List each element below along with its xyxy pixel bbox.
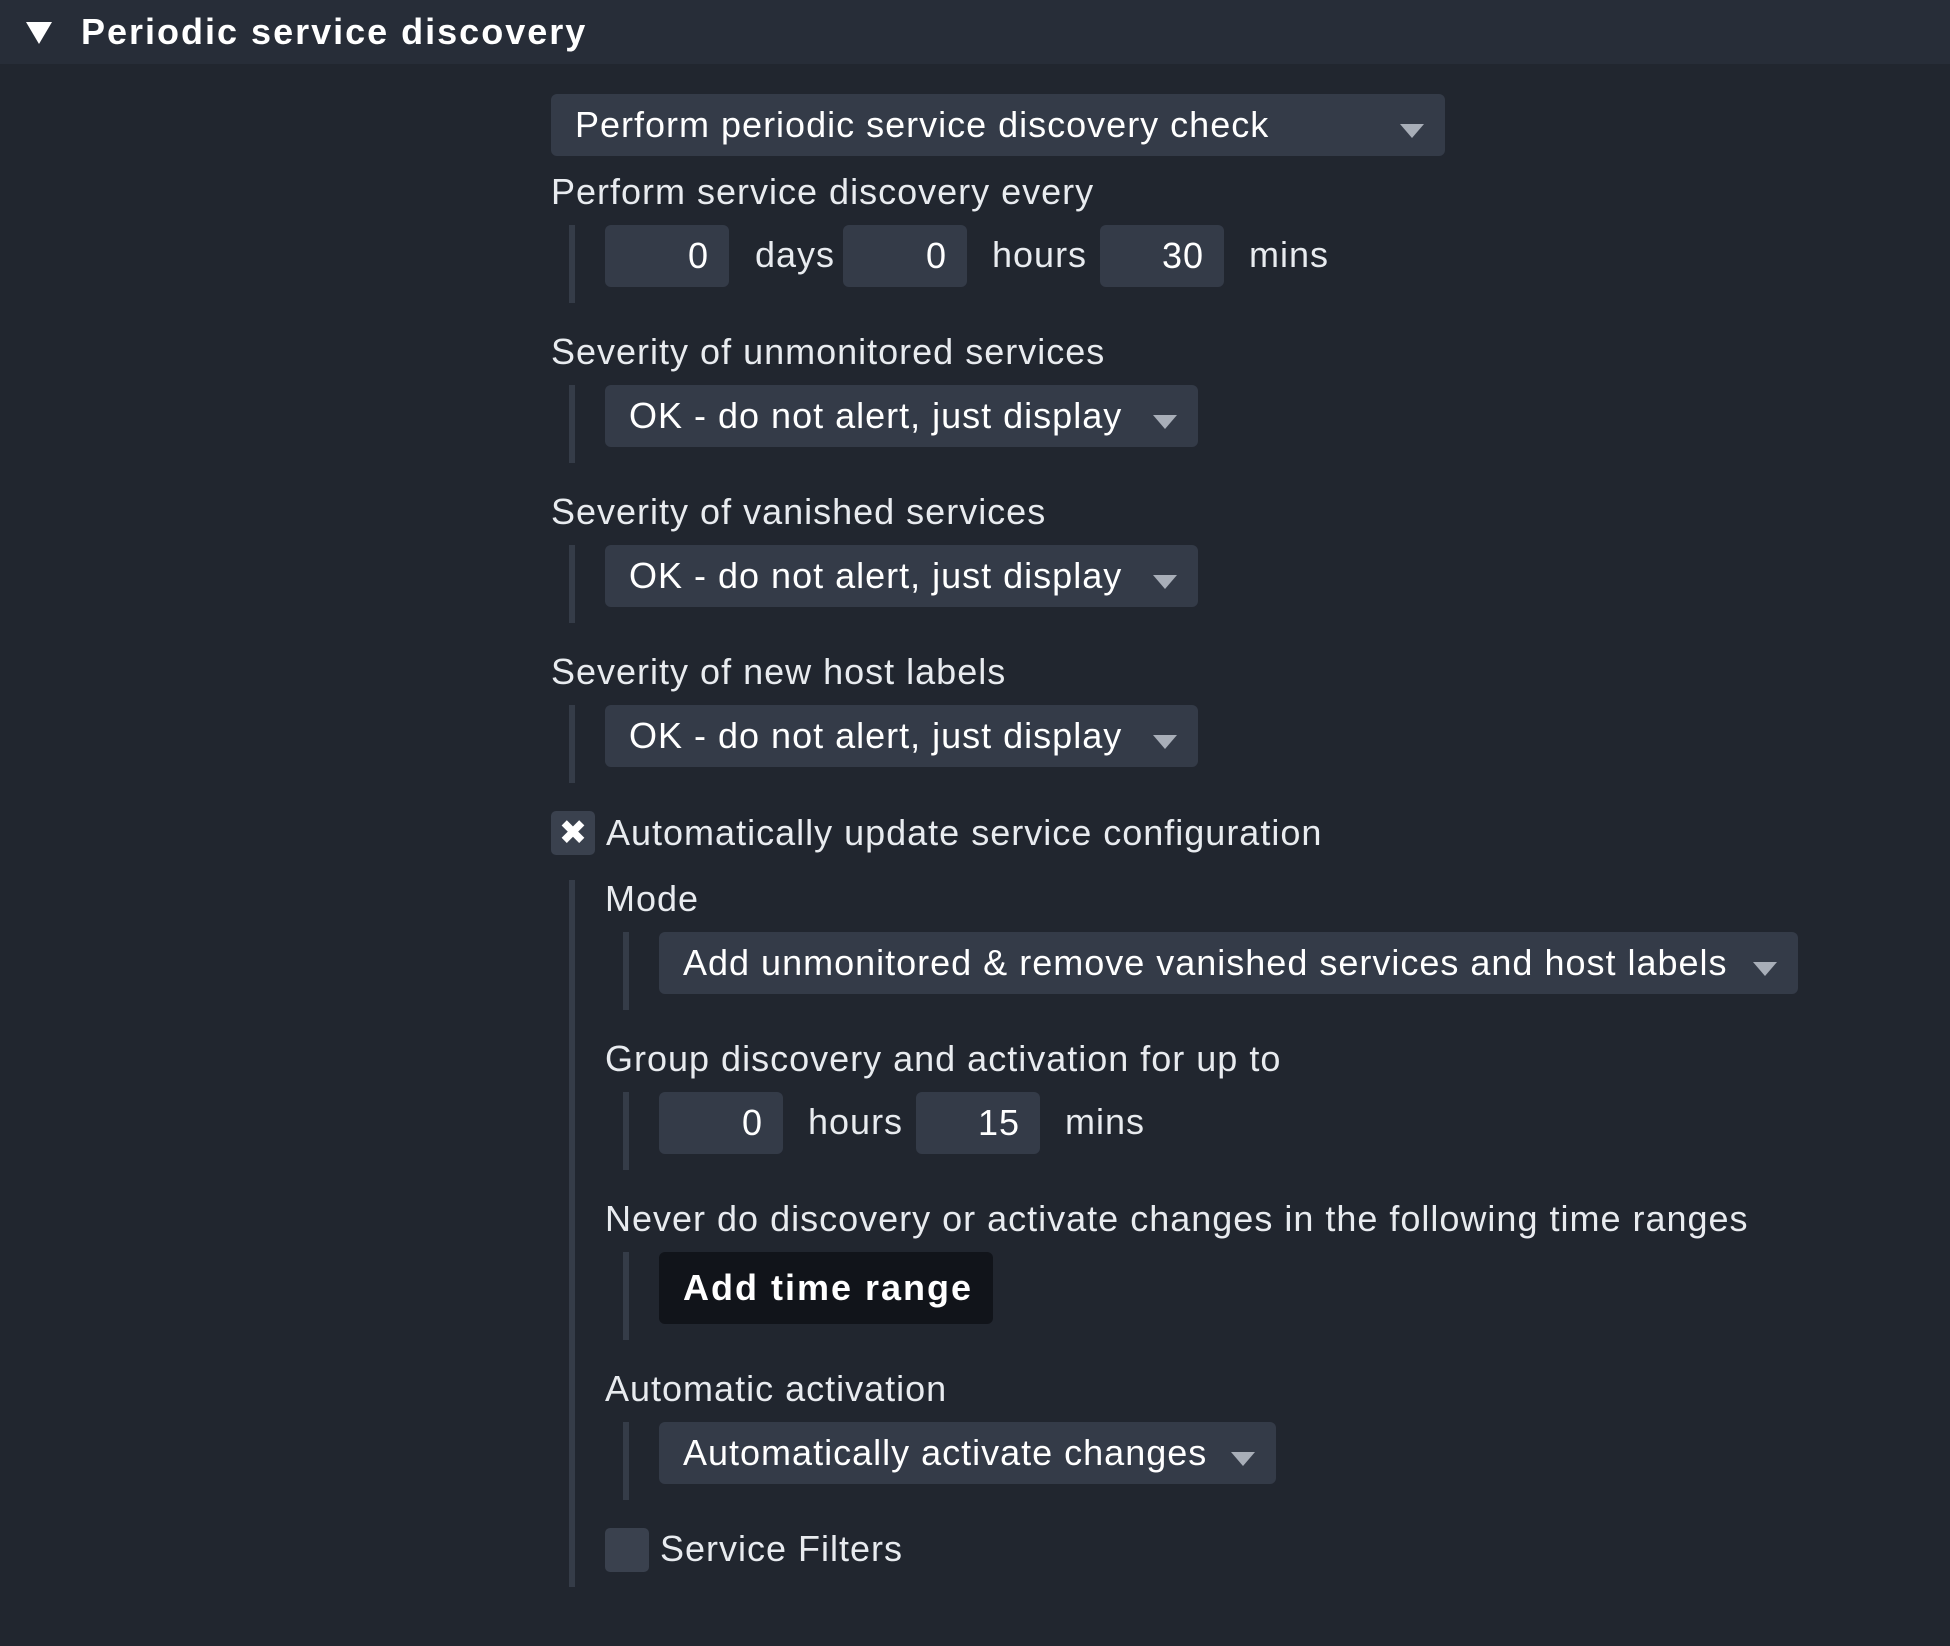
auto-update-label[interactable]: Automatically update service configurati… xyxy=(606,811,1322,855)
mode-label: Mode xyxy=(605,878,700,919)
interval-days-input[interactable]: 0 xyxy=(605,225,729,287)
caret-down-icon xyxy=(1153,735,1177,749)
severity-labels-label: Severity of new host labels xyxy=(551,651,1007,692)
activation-bar xyxy=(623,1422,629,1500)
severity-unmonitored-bar xyxy=(569,385,575,463)
interval-days-unit: days xyxy=(755,234,836,275)
severity-vanished-select[interactable]: OK - do not alert, just display xyxy=(605,545,1198,607)
severity-vanished-value: OK - do not alert, just display xyxy=(629,555,1123,596)
section-title: Periodic service discovery xyxy=(81,11,588,52)
severity-vanished-bar xyxy=(569,545,575,623)
interval-hours-input[interactable]: 0 xyxy=(843,225,967,287)
activation-value: Automatically activate changes xyxy=(683,1432,1208,1473)
discovery-mode-select[interactable]: Perform periodic service discovery check xyxy=(551,94,1445,156)
group-mins-input[interactable]: 15 xyxy=(916,1092,1040,1154)
service-filters-label[interactable]: Service Filters xyxy=(660,1527,903,1571)
caret-down-icon xyxy=(1400,124,1424,138)
mode-select[interactable]: Add unmonitored & remove vanished servic… xyxy=(659,932,1798,994)
caret-down-icon xyxy=(1231,1452,1255,1466)
group-mins-unit: mins xyxy=(1065,1101,1146,1142)
severity-unmonitored-value: OK - do not alert, just display xyxy=(629,395,1123,436)
auto-update-checkbox[interactable]: ✖ xyxy=(551,811,595,855)
severity-unmonitored-label: Severity of unmonitored services xyxy=(551,331,1106,372)
group-hours-input[interactable]: 0 xyxy=(659,1092,783,1154)
mode-value: Add unmonitored & remove vanished servic… xyxy=(683,942,1728,983)
severity-labels-select[interactable]: OK - do not alert, just display xyxy=(605,705,1198,767)
discovery-mode-value: Perform periodic service discovery check xyxy=(575,104,1270,145)
group-label: Group discovery and activation for up to xyxy=(605,1038,1282,1079)
triangle-down-icon[interactable] xyxy=(26,22,52,44)
interval-hours-unit: hours xyxy=(992,234,1088,275)
add-time-range-button[interactable]: Add time range xyxy=(659,1252,993,1324)
interval-label: Perform service discovery every xyxy=(551,171,1095,212)
activation-label: Automatic activation xyxy=(605,1368,948,1409)
section-header[interactable]: Periodic service discovery xyxy=(0,0,1950,64)
severity-labels-value: OK - do not alert, just display xyxy=(629,715,1123,756)
auto-update-bar xyxy=(569,880,575,1587)
never-label: Never do discovery or activate changes i… xyxy=(605,1198,1749,1239)
interval-mins-unit: mins xyxy=(1249,234,1330,275)
interval-mins-input[interactable]: 30 xyxy=(1100,225,1224,287)
caret-down-icon xyxy=(1753,962,1777,976)
group-hours-unit: hours xyxy=(808,1101,904,1142)
activation-select[interactable]: Automatically activate changes xyxy=(659,1422,1276,1484)
interval-bar xyxy=(569,225,575,303)
severity-unmonitored-select[interactable]: OK - do not alert, just display xyxy=(605,385,1198,447)
caret-down-icon xyxy=(1153,575,1177,589)
mode-bar xyxy=(623,932,629,1010)
x-mark-icon: ✖ xyxy=(558,813,588,853)
service-filters-checkbox[interactable] xyxy=(605,1528,649,1572)
severity-vanished-label: Severity of vanished services xyxy=(551,491,1047,532)
severity-labels-bar xyxy=(569,705,575,783)
caret-down-icon xyxy=(1153,415,1177,429)
never-bar xyxy=(623,1252,629,1340)
group-bar xyxy=(623,1092,629,1170)
